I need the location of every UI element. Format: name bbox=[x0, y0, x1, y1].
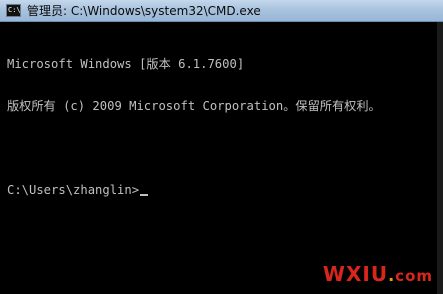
window-title: 管理员: C:\Windows\system32\CMD.exe bbox=[27, 4, 261, 18]
console-line: 版权所有 (c) 2009 Microsoft Corporation。保留所有… bbox=[7, 99, 381, 113]
watermark-tail: com bbox=[395, 267, 433, 285]
title-bar[interactable]: C:\ 管理员: C:\Windows\system32\CMD.exe bbox=[0, 0, 443, 22]
text-cursor bbox=[140, 194, 149, 196]
console-output[interactable]: Microsoft Windows [版本 6.1.7600] 版权所有 (c)… bbox=[7, 29, 437, 225]
watermark-logo: WXIU.com bbox=[323, 262, 433, 286]
watermark-main: WXIU bbox=[322, 262, 389, 286]
cmd-console-icon[interactable]: C:\ bbox=[6, 4, 21, 17]
console-line: Microsoft Windows [版本 6.1.7600] bbox=[7, 57, 245, 71]
command-prompt: C:\Users\zhanglin> bbox=[7, 183, 140, 197]
cmd-window[interactable]: C:\ 管理员: C:\Windows\system32\CMD.exe Mic… bbox=[0, 0, 443, 294]
vertical-scrollbar[interactable] bbox=[437, 22, 443, 294]
prompt-line[interactable]: C:\Users\zhanglin> bbox=[7, 183, 437, 197]
